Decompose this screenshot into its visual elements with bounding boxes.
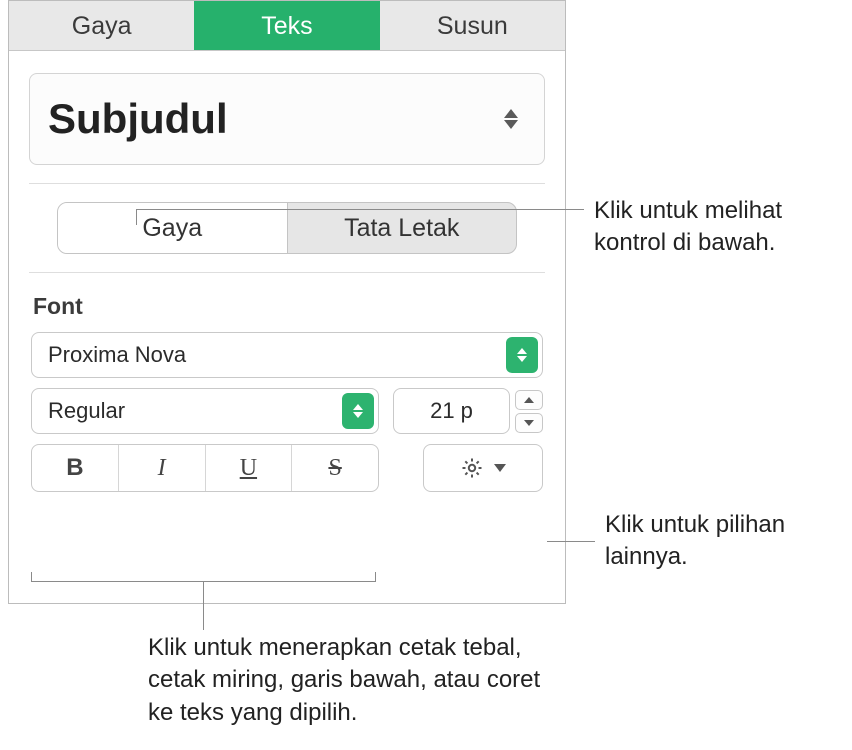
paragraph-style-value: Subjudul [48,95,228,143]
callout-gear: Klik untuk pilihan lainnya. [605,509,835,574]
font-size-decrease-button[interactable] [515,413,543,433]
font-size-field[interactable]: 21 p [393,388,510,434]
advanced-options-button[interactable] [423,444,543,492]
divider [29,272,545,273]
text-style-group: B I U S [31,444,379,492]
chevron-updown-icon [506,337,538,373]
font-weight-select[interactable]: Regular [31,388,379,434]
format-inspector-panel: Gaya Teks Susun Subjudul Gaya Tata Letak… [8,0,566,604]
callout-bius: Klik untuk menerapkan cetak tebal, cetak… [148,632,548,729]
italic-button[interactable]: I [119,445,206,491]
tab-susun[interactable]: Susun [380,1,565,50]
callout-connector [547,541,595,542]
tab-teks[interactable]: Teks [194,1,379,50]
font-weight-value: Regular [48,398,125,424]
font-size-stepper-buttons [515,390,543,433]
font-size-increase-button[interactable] [515,390,543,410]
callout-connector [203,582,204,630]
font-section-label: Font [33,293,565,320]
paragraph-style-dropdown[interactable]: Subjudul [29,73,545,165]
inner-tab-gaya[interactable]: Gaya [58,203,288,253]
gear-icon [460,456,484,480]
font-family-select[interactable]: Proxima Nova [31,332,543,378]
divider [29,183,545,184]
callout-inner-tabs: Klik untuk melihat kontrol di bawah. [594,195,844,260]
font-family-value: Proxima Nova [48,342,186,368]
chevron-updown-icon [500,103,522,135]
top-tabs: Gaya Teks Susun [9,1,565,51]
chevron-updown-icon [342,393,374,429]
inner-tab-tata-letak[interactable]: Tata Letak [288,203,517,253]
callout-connector [136,209,137,225]
bold-button[interactable]: B [32,445,119,491]
callout-bracket [31,572,376,582]
chevron-down-icon [494,464,506,472]
underline-button[interactable]: U [206,445,293,491]
tab-gaya[interactable]: Gaya [9,1,194,50]
font-size-stepper: 21 p [393,388,543,434]
strikethrough-button[interactable]: S [292,445,378,491]
callout-connector [136,209,584,210]
